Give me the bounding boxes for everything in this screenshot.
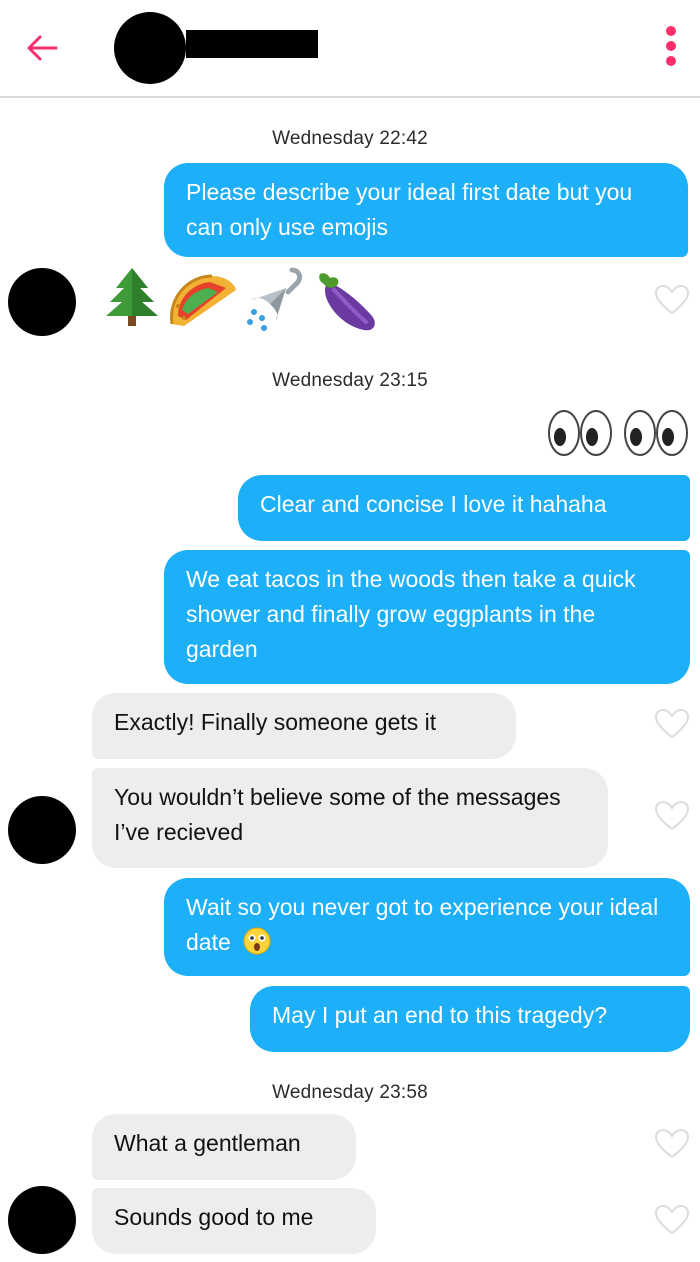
timestamp: Wednesday 23:15 (272, 370, 428, 391)
eyes-emoji (624, 410, 688, 456)
evergreen-tree-emoji (106, 268, 158, 326)
outgoing-message: We eat tacos in the woods then take a qu… (164, 550, 690, 684)
outgoing-message: Wait so you never got to experience your… (164, 878, 690, 976)
taco-emoji (170, 274, 236, 326)
outgoing-message: May I put an end to this tragedy? (250, 986, 690, 1052)
incoming-message: What a gentleman (92, 1114, 356, 1180)
like-heart-icon[interactable] (654, 800, 690, 832)
outgoing-message: Clear and concise I love it hahaha (238, 475, 690, 541)
match-avatar[interactable] (8, 796, 76, 864)
incoming-message: Exactly! Finally someone gets it (92, 693, 516, 759)
match-avatar-redacted[interactable] (114, 12, 186, 84)
like-heart-icon[interactable] (654, 1204, 690, 1236)
match-avatar[interactable] (8, 268, 76, 336)
outgoing-message: Please describe your ideal first date bu… (164, 163, 688, 257)
timestamp: Wednesday 23:58 (272, 1082, 428, 1103)
like-heart-icon[interactable] (654, 1128, 690, 1160)
match-name-redacted (186, 30, 318, 58)
like-heart-icon[interactable] (654, 284, 690, 316)
astonished-face-emoji (243, 927, 271, 955)
match-avatar[interactable] (8, 1186, 76, 1254)
back-arrow-icon[interactable] (22, 28, 62, 68)
eyes-emoji (548, 410, 612, 456)
chat-header (0, 0, 700, 98)
more-vertical-icon[interactable] (660, 22, 682, 76)
incoming-message: Sounds good to me (92, 1188, 376, 1254)
eggplant-emoji (319, 273, 375, 331)
incoming-message: You wouldn’t believe some of the message… (92, 768, 608, 868)
like-heart-icon[interactable] (654, 708, 690, 740)
timestamp: Wednesday 22:42 (272, 128, 428, 149)
shower-emoji (247, 267, 303, 331)
